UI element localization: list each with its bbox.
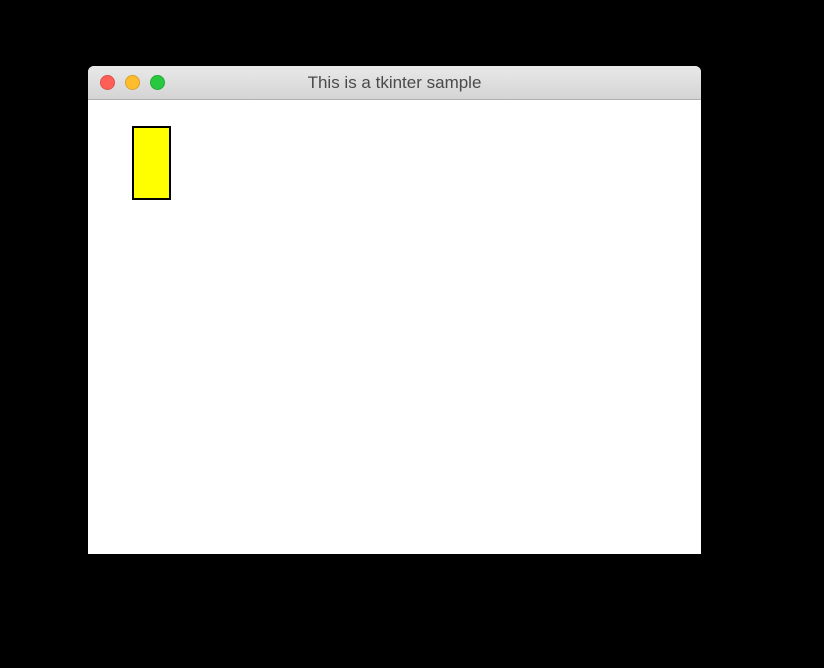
window-content-area <box>88 100 701 554</box>
canvas-rectangle <box>132 126 171 200</box>
zoom-icon[interactable] <box>150 75 165 90</box>
minimize-icon[interactable] <box>125 75 140 90</box>
window-titlebar[interactable]: This is a tkinter sample <box>88 66 701 100</box>
window-title: This is a tkinter sample <box>88 73 701 93</box>
close-icon[interactable] <box>100 75 115 90</box>
traffic-lights <box>100 75 165 90</box>
application-window: This is a tkinter sample <box>88 66 701 554</box>
